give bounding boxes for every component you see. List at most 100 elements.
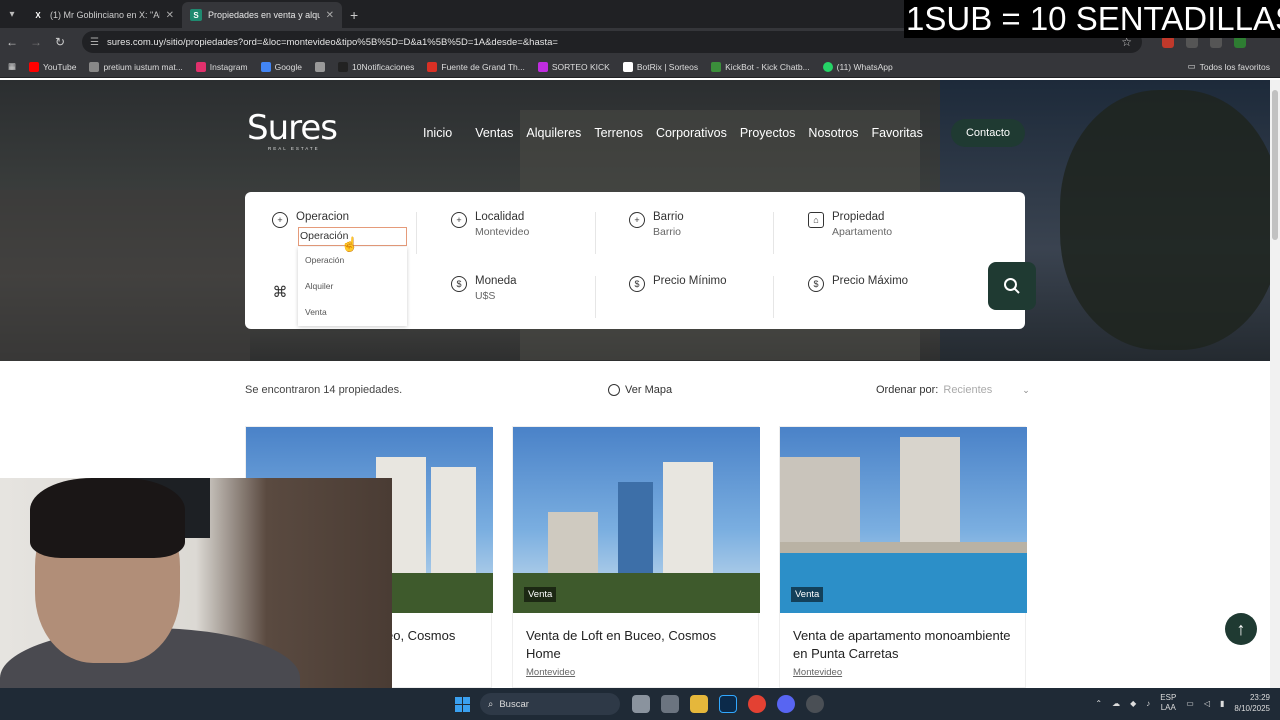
moneda-field[interactable]: $ Moneda U$S	[451, 275, 517, 302]
divider	[773, 276, 774, 318]
url-text[interactable]: sures.com.uy/sitio/propiedades?ord=&loc=…	[107, 37, 558, 48]
property-title[interactable]: Venta de Loft en Buceo, Cosmos Home	[526, 627, 745, 663]
property-image[interactable]: Venta	[513, 427, 760, 613]
sort-control[interactable]: Ordenar por: Recientes ⌄	[876, 384, 1030, 396]
chevron-down-icon[interactable]: ⌄	[1022, 385, 1030, 395]
localidad-field[interactable]: + Localidad Montevideo	[451, 211, 529, 238]
search-icon	[1004, 278, 1020, 294]
bookmark-label: YouTube	[43, 61, 77, 72]
nav-favoritas[interactable]: Favoritas	[871, 126, 922, 140]
property-title[interactable]: eo, Cosmos	[386, 627, 478, 645]
building-icon: ⌂	[808, 212, 824, 228]
property-title[interactable]: Venta de apartamento monoambiente en Pun…	[793, 627, 1012, 663]
bookmark-botrix[interactable]: BotRix | Sorteos	[622, 61, 698, 72]
search-button[interactable]	[988, 262, 1036, 310]
operacion-field[interactable]: + Operacion	[272, 211, 349, 228]
dropdown-option[interactable]: Venta	[298, 299, 407, 325]
tray-app-icon[interactable]: ◆	[1130, 699, 1136, 708]
scroll-to-top-button[interactable]: ↑	[1225, 613, 1257, 645]
precio-min-field[interactable]: $ Precio Mínimo	[629, 275, 727, 292]
bookmark-google[interactable]: Google	[260, 61, 303, 72]
tab-title: (1) Mr Goblinciano en X: "Ahora	[50, 10, 160, 20]
nav-nosotros[interactable]: Nosotros	[808, 126, 858, 140]
chrome-icon[interactable]	[748, 695, 766, 713]
bookmark-youtube[interactable]: YouTube	[29, 61, 77, 72]
app-icon[interactable]	[806, 695, 824, 713]
task-view-icon[interactable]	[632, 695, 650, 713]
field-value: Apartamento	[832, 226, 893, 238]
nav-terrenos[interactable]: Terrenos	[594, 126, 643, 140]
microphone-icon[interactable]: ♪	[1146, 699, 1150, 708]
taskbar-search[interactable]: ⌕ Buscar	[480, 693, 620, 715]
bookmark-notificaciones[interactable]: 10Notificaciones	[338, 61, 414, 72]
bookmark-unnamed[interactable]	[315, 61, 326, 72]
photoshop-icon[interactable]	[719, 695, 737, 713]
search-icon: ⌕	[488, 698, 494, 710]
tab-sures[interactable]: S Propiedades en venta y alquiler ✕	[182, 2, 342, 28]
reload-icon[interactable]: ↻	[48, 35, 72, 49]
battery-icon[interactable]: ▮	[1220, 699, 1224, 708]
building-shape	[900, 437, 960, 557]
nav-proyectos[interactable]: Proyectos	[740, 126, 796, 140]
discord-icon[interactable]	[777, 695, 795, 713]
site-info-icon[interactable]: ☰	[90, 37, 99, 48]
dollar-circle-icon: $	[629, 276, 645, 292]
field-label: Propiedad	[832, 211, 885, 223]
contact-button[interactable]: Contacto	[951, 119, 1025, 147]
status-badge: Venta	[791, 587, 824, 602]
tray-chevron-icon[interactable]: ⌃	[1095, 699, 1102, 708]
taskbar-clock[interactable]: 23:29 8/10/2025	[1234, 692, 1270, 714]
lang-code: ESP	[1160, 693, 1177, 702]
precio-max-field[interactable]: $ Precio Máximo	[808, 275, 908, 292]
page-scrollbar[interactable]	[1270, 80, 1280, 688]
map-link-label: Ver Mapa	[625, 384, 673, 396]
bookmark-kickbot[interactable]: KickBot - Kick Chatb...	[711, 61, 810, 72]
property-card[interactable]: Venta Venta de apartamento monoambiente …	[779, 426, 1027, 688]
language-indicator[interactable]: ESP LAA	[1160, 693, 1176, 713]
cloud-icon[interactable]: ☁	[1112, 699, 1120, 708]
tab-search-icon[interactable]: ▾	[0, 0, 24, 28]
close-tab-icon[interactable]: ✕	[326, 10, 334, 21]
tab-twitter[interactable]: X (1) Mr Goblinciano en X: "Ahora ✕	[24, 2, 182, 28]
barrio-field[interactable]: + Barrio Barrio	[629, 211, 684, 238]
scrollbar-thumb[interactable]	[1272, 90, 1278, 240]
nav-alquileres[interactable]: Alquileres	[526, 126, 581, 140]
property-image[interactable]: Venta	[780, 427, 1027, 613]
taskbar-search-placeholder: Buscar	[499, 698, 529, 710]
app-icon[interactable]	[661, 695, 679, 713]
bookmark-instagram[interactable]: Instagram	[195, 61, 248, 72]
forward-icon[interactable]: →	[24, 35, 48, 49]
property-card[interactable]: Venta Venta de Loft en Buceo, Cosmos Hom…	[512, 426, 760, 688]
nav-ventas[interactable]: Ventas	[475, 126, 513, 140]
field-label: Precio Máximo	[832, 275, 909, 287]
network-icon[interactable]: ▭	[1186, 699, 1194, 708]
bookmark-label: Todos los favoritos	[1199, 61, 1270, 72]
property-location[interactable]: Montevideo	[526, 667, 745, 678]
apps-icon[interactable]: ▦	[8, 61, 16, 72]
volume-icon[interactable]: ◁	[1204, 699, 1210, 708]
bookmark-whatsapp[interactable]: (11) WhatsApp	[822, 61, 893, 72]
bookmark-pretium[interactable]: pretium iustum mat...	[89, 61, 183, 72]
back-icon[interactable]: ←	[0, 35, 24, 49]
propiedad-field[interactable]: ⌂ Propiedad Apartamento	[808, 211, 892, 238]
view-map-link[interactable]: Ver Mapa	[608, 384, 672, 396]
sort-value[interactable]: Recientes	[943, 384, 992, 396]
advanced-toggle[interactable]: ⌘	[272, 283, 288, 301]
bookmark-grand-theft[interactable]: Fuente de Grand Th...	[427, 61, 525, 72]
close-tab-icon[interactable]: ✕	[166, 10, 174, 21]
command-icon: ⌘	[272, 284, 288, 301]
bookmark-sorteo-kick[interactable]: SORTEO KICK	[537, 61, 610, 72]
site-logo[interactable]: Sures	[247, 108, 338, 148]
windows-start-icon[interactable]	[455, 697, 470, 712]
bookmark-label: Fuente de Grand Th...	[441, 61, 525, 72]
all-favorites-folder[interactable]: ▭ Todos los favoritos	[1188, 61, 1270, 72]
dropdown-option[interactable]: Alquiler	[298, 273, 407, 299]
nav-corporativos[interactable]: Corporativos	[656, 126, 727, 140]
file-explorer-icon[interactable]	[690, 695, 708, 713]
bookmark-label: Google	[274, 61, 303, 72]
field-value: Montevideo	[475, 226, 530, 238]
property-location[interactable]: Montevideo	[793, 667, 1012, 678]
x-icon	[338, 61, 349, 72]
new-tab-button[interactable]: +	[342, 2, 366, 28]
nav-inicio[interactable]: Inicio	[423, 126, 452, 140]
